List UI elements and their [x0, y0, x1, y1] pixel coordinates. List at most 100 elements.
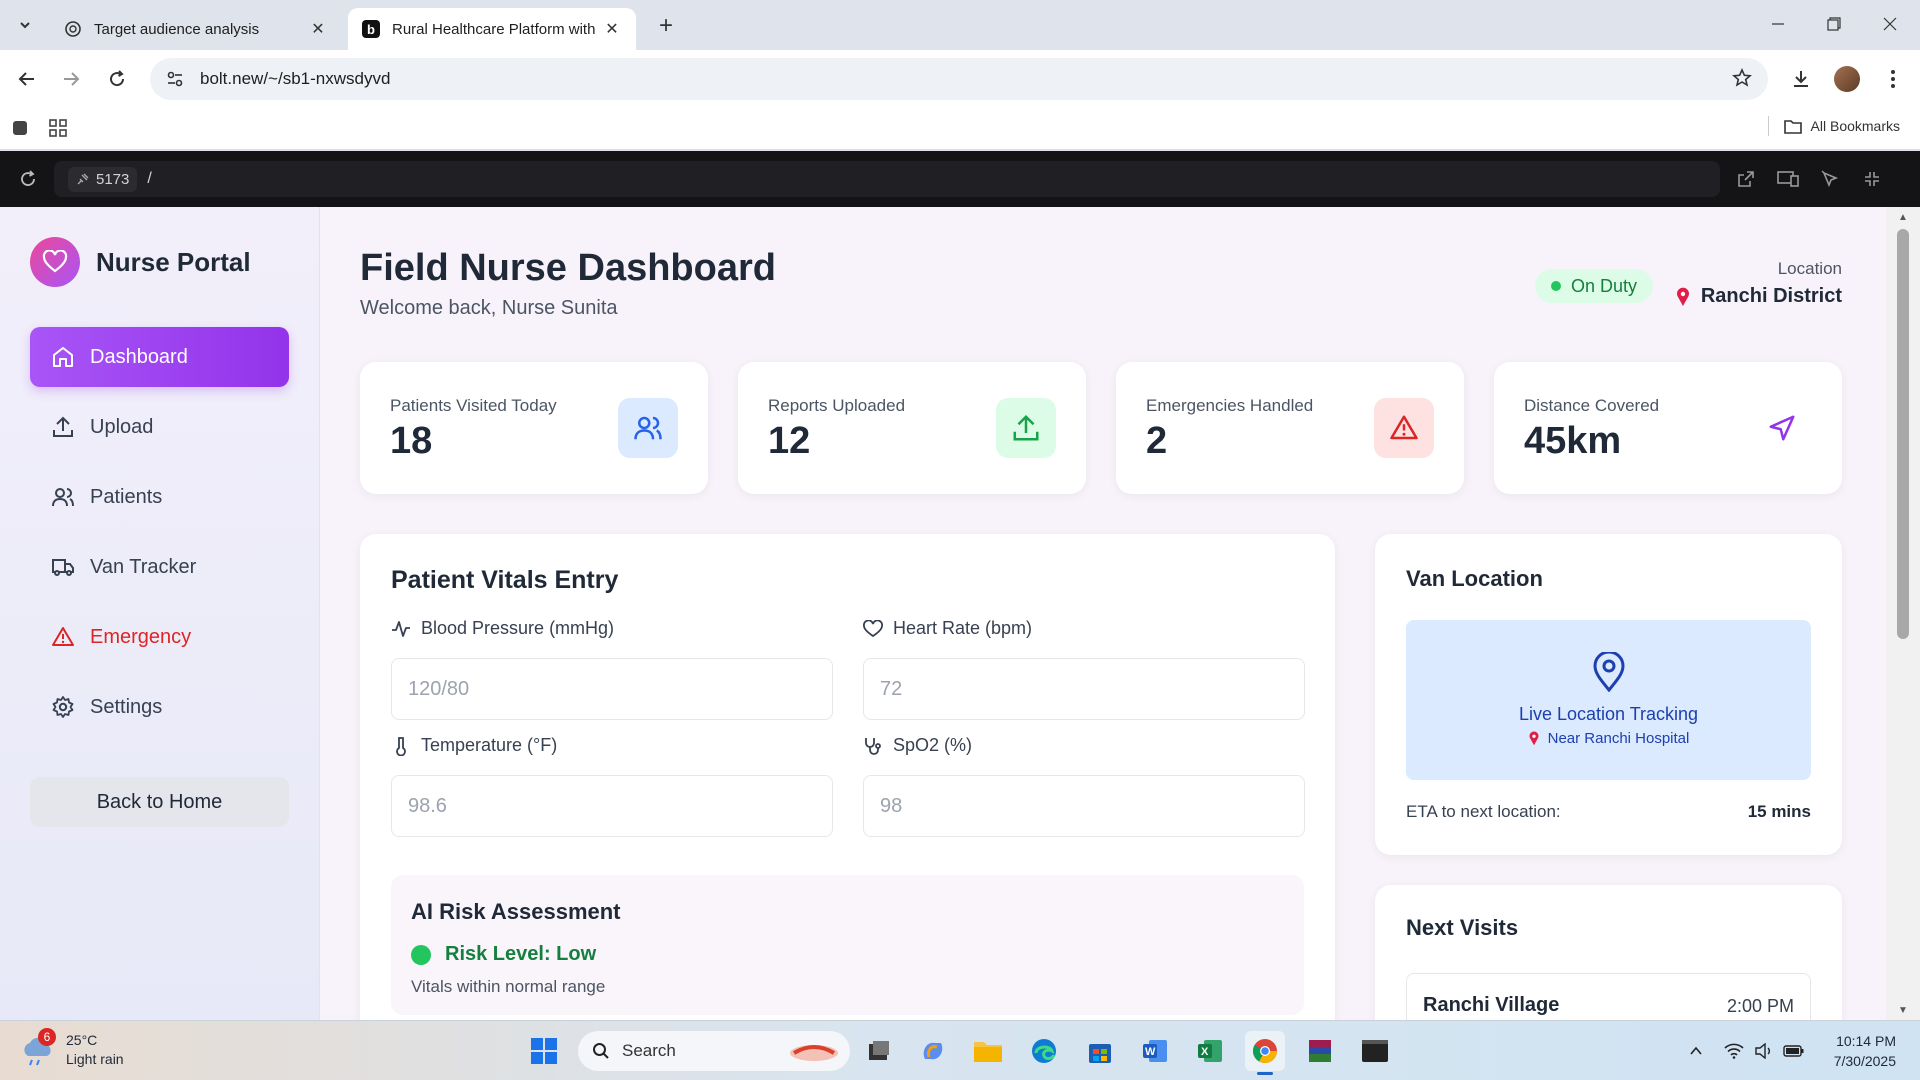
- arrow-right-icon: [64, 72, 80, 86]
- preview-url-input[interactable]: 5173 /: [54, 161, 1720, 197]
- risk-level: Risk Level: Low: [411, 943, 596, 966]
- sidebar-item-van-tracker[interactable]: Van Tracker: [30, 537, 289, 597]
- open-external-icon[interactable]: [1734, 167, 1758, 191]
- near-location-text: Near Ranchi Hospital: [1547, 730, 1690, 747]
- square-icon[interactable]: [8, 116, 32, 140]
- alert-triangle-icon: [1374, 398, 1434, 458]
- list-item[interactable]: Ranchi Village 2:00 PM: [1406, 973, 1811, 1020]
- edge-icon[interactable]: [1024, 1031, 1064, 1071]
- address-bar-row: bolt.new/~/sb1-nxwsdyvd: [0, 50, 1920, 108]
- new-tab-button[interactable]: +: [652, 12, 680, 40]
- scroll-up-icon[interactable]: ▲: [1897, 211, 1909, 223]
- volume-icon[interactable]: [1752, 1039, 1776, 1063]
- sidebar-item-patients[interactable]: Patients: [30, 467, 289, 527]
- minimize-button[interactable]: [1750, 0, 1806, 48]
- close-icon[interactable]: ✕: [602, 19, 622, 39]
- users-icon: [50, 484, 76, 510]
- inspect-icon[interactable]: [1818, 167, 1842, 191]
- taskbar-search[interactable]: Search: [578, 1031, 850, 1071]
- card-title: Patient Vitals Entry: [391, 566, 619, 594]
- weather-condition: Light rain: [66, 1051, 124, 1067]
- upload-icon: [996, 398, 1056, 458]
- clock-date: 7/30/2025: [1833, 1053, 1896, 1069]
- spo2-input[interactable]: [863, 775, 1305, 837]
- spo2-label: SpO2 (%): [863, 735, 972, 756]
- sidebar-item-label: Van Tracker: [90, 555, 197, 578]
- preview-toolbar: 5173 /: [0, 151, 1920, 207]
- status-badge: On Duty: [1535, 269, 1654, 303]
- status-dot: [411, 944, 431, 965]
- sidebar-item-dashboard[interactable]: Dashboard: [30, 327, 289, 387]
- port-badge[interactable]: 5173: [68, 166, 138, 192]
- card-title: Next Visits: [1406, 915, 1519, 940]
- van-map[interactable]: Live Location Tracking Near Ranchi Hospi…: [1406, 620, 1811, 780]
- back-button[interactable]: [12, 64, 42, 94]
- word-icon[interactable]: W: [1135, 1031, 1175, 1071]
- risk-note: Vitals within normal range: [411, 977, 606, 996]
- heart-rate-input[interactable]: [863, 658, 1305, 720]
- more-vertical-icon: [1891, 70, 1895, 88]
- reload-button[interactable]: [102, 64, 132, 94]
- all-bookmarks-button[interactable]: All Bookmarks: [1767, 116, 1900, 136]
- stat-card-distance: Distance Covered 45km: [1494, 362, 1842, 494]
- collapse-icon[interactable]: [1860, 167, 1884, 191]
- close-icon[interactable]: ✕: [308, 19, 328, 39]
- store-icon[interactable]: [1080, 1031, 1120, 1071]
- site-settings-icon[interactable]: [166, 70, 184, 88]
- sidebar-item-label: Emergency: [90, 625, 192, 648]
- tab-search-button[interactable]: [10, 11, 40, 39]
- bookmark-star-icon[interactable]: [1732, 68, 1752, 93]
- scroll-down-icon[interactable]: ▼: [1897, 1004, 1909, 1016]
- stat-label: Patients Visited Today: [390, 396, 557, 415]
- start-button[interactable]: [524, 1031, 564, 1071]
- task-view-icon[interactable]: [859, 1031, 899, 1071]
- chrome-icon[interactable]: [1245, 1031, 1285, 1075]
- risk-title: AI Risk Assessment: [411, 899, 621, 924]
- terminal-icon[interactable]: [1355, 1031, 1395, 1071]
- divider: [1767, 116, 1769, 136]
- profile-button[interactable]: [1832, 64, 1862, 94]
- file-explorer-icon[interactable]: [968, 1031, 1008, 1071]
- system-clock[interactable]: 10:14 PM 7/30/2025: [1834, 1031, 1896, 1071]
- chevron-up-icon[interactable]: [1684, 1039, 1708, 1063]
- search-icon: [592, 1042, 610, 1060]
- temperature-input[interactable]: [391, 775, 833, 837]
- scrollbar-thumb[interactable]: [1897, 229, 1909, 639]
- apps-grid-icon[interactable]: [46, 116, 70, 140]
- tab-target-audience[interactable]: Target audience analysis ✕: [50, 8, 342, 50]
- forward-button[interactable]: [56, 64, 86, 94]
- excel-icon[interactable]: X: [1190, 1031, 1230, 1071]
- plug-icon: [77, 173, 89, 185]
- navigation-icon: [1752, 398, 1812, 458]
- back-to-home-button[interactable]: Back to Home: [30, 777, 289, 827]
- device-preview-icon[interactable]: [1776, 167, 1800, 191]
- browser-menu-button[interactable]: [1878, 64, 1908, 94]
- windows-logo-icon: [531, 1038, 557, 1064]
- restore-button[interactable]: [1806, 0, 1862, 48]
- visit-time: 2:00 PM: [1726, 996, 1794, 1016]
- wifi-icon[interactable]: [1722, 1039, 1746, 1063]
- location-label: Location: [1777, 259, 1842, 278]
- sidebar-item-settings[interactable]: Settings: [30, 677, 289, 737]
- stat-card-patients: Patients Visited Today 18: [360, 362, 708, 494]
- status-text: On Duty: [1571, 275, 1638, 296]
- url-input[interactable]: bolt.new/~/sb1-nxwsdyvd: [150, 58, 1768, 100]
- preview-reload-button[interactable]: [16, 167, 40, 191]
- winrar-icon[interactable]: [1300, 1031, 1340, 1071]
- heart-icon: [863, 619, 883, 639]
- truck-icon: [50, 554, 76, 580]
- sidebar-item-upload[interactable]: Upload: [30, 397, 289, 457]
- weather-widget[interactable]: 6 25°C Light rain: [20, 1028, 124, 1069]
- close-window-button[interactable]: [1862, 0, 1918, 48]
- browser-tab-bar: Target audience analysis ✕ b Rural Healt…: [0, 0, 1920, 50]
- sidebar-item-emergency[interactable]: Emergency: [30, 607, 289, 667]
- blood-pressure-input[interactable]: [391, 658, 833, 720]
- copilot-icon[interactable]: [913, 1031, 953, 1071]
- battery-icon[interactable]: [1782, 1039, 1806, 1063]
- sidebar-item-label: Dashboard: [90, 345, 188, 368]
- tab-rural-healthcare[interactable]: b Rural Healthcare Platform with ✕: [348, 8, 636, 50]
- page-scrollbar[interactable]: ▲ ▼: [1886, 207, 1920, 1020]
- stat-label: Distance Covered: [1524, 396, 1660, 415]
- heart-rate-label: Heart Rate (bpm): [863, 618, 1032, 639]
- downloads-button[interactable]: [1786, 64, 1816, 94]
